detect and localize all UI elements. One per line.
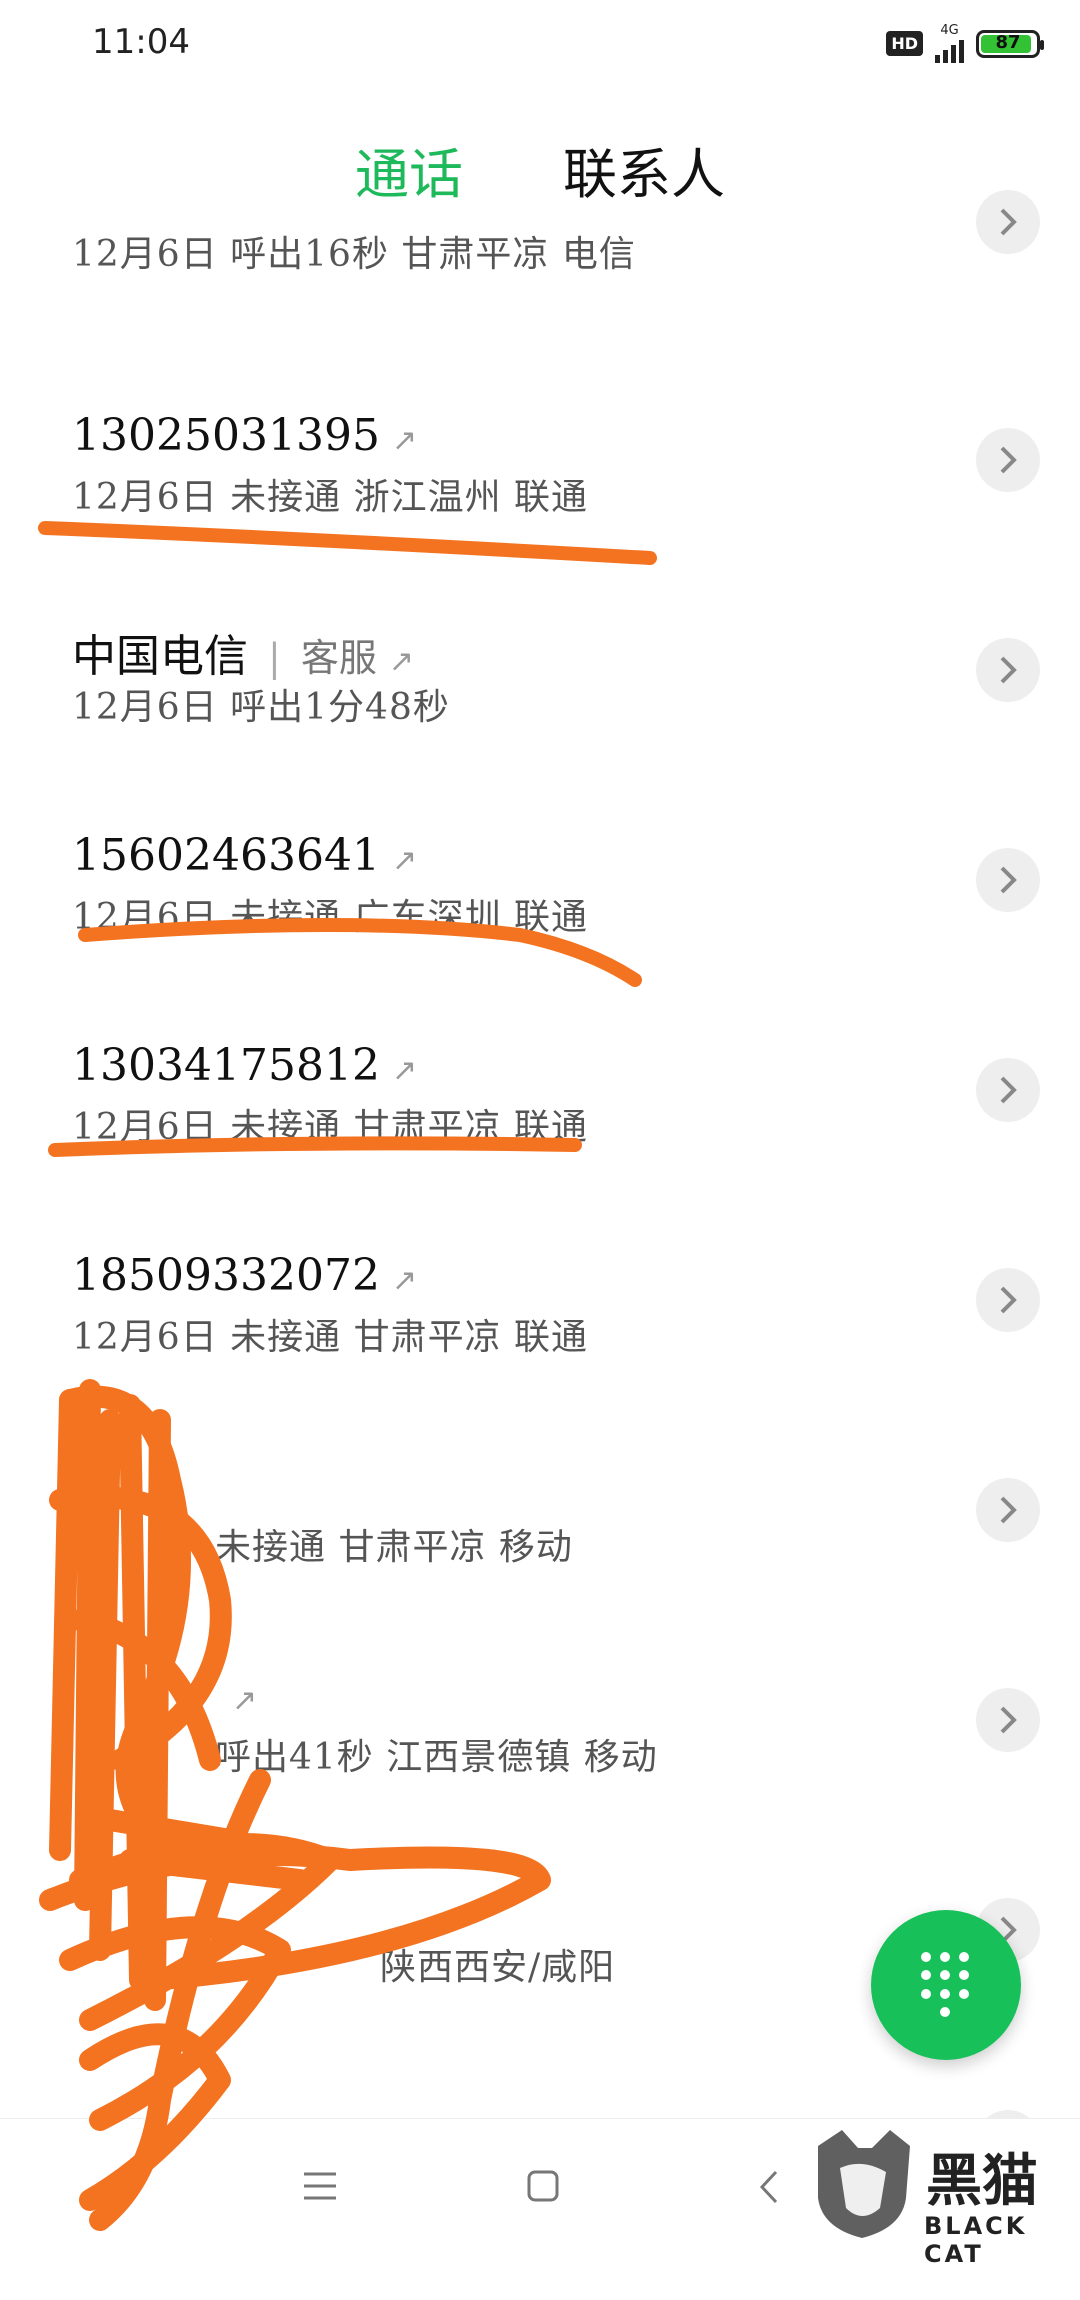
call-item[interactable]: ↗ 呼出41秒 江西景德镇 移动: [0, 1670, 1080, 1880]
call-item[interactable]: 13034175812 ↗ 12月6日 未接通 甘肃平凉 联通: [0, 1040, 1080, 1250]
call-name: 中国电信 | 客服 ↗: [72, 631, 414, 682]
call-detail: 呼出41秒 江西景德镇 移动: [215, 1737, 658, 1778]
call-detail: 12月6日 呼出16秒 甘肃平凉 电信: [72, 234, 636, 275]
watermark-subtitle: BLACK CAT: [924, 2212, 1028, 2268]
call-item[interactable]: 18509332072 ↗ 12月6日 未接通 甘肃平凉 联通: [0, 1250, 1080, 1460]
call-detail: 12月6日 未接通 浙江温州 联通: [72, 477, 589, 518]
status-time: 11:04: [92, 22, 190, 62]
tab-bar: 通话 联系人: [0, 130, 1080, 209]
watermark-logo: 黑猫 BLACK CAT: [810, 2128, 1080, 2268]
call-label: 客服: [300, 636, 377, 680]
call-detail: 未接通 甘肃平凉 移动: [215, 1527, 573, 1568]
call-item[interactable]: 未接通 甘肃平凉 移动: [0, 1460, 1080, 1670]
status-icons: HD 4G 87: [886, 24, 1044, 63]
chevron-right-icon[interactable]: [976, 428, 1040, 492]
tab-calls[interactable]: 通话: [355, 130, 463, 209]
status-bar: 11:04 HD 4G 87: [0, 0, 1080, 90]
watermark-title: 黑猫: [926, 2149, 1038, 2214]
outgoing-arrow-icon: ↗: [232, 1683, 258, 1718]
call-name: 18509332072 ↗: [72, 1250, 418, 1301]
signal-icon: 4G: [935, 24, 964, 63]
chevron-right-icon[interactable]: [976, 1058, 1040, 1122]
outgoing-arrow-icon: ↗: [391, 843, 418, 878]
tab-contacts[interactable]: 联系人: [563, 130, 725, 209]
chevron-right-icon[interactable]: [976, 1688, 1040, 1752]
call-name: 15602463641 ↗: [72, 830, 418, 881]
chevron-right-icon[interactable]: [976, 190, 1040, 254]
outgoing-arrow-icon: ↗: [391, 423, 418, 458]
cat-logo-icon: [818, 2130, 910, 2238]
battery-icon: 87: [976, 29, 1044, 58]
chevron-right-icon[interactable]: [976, 638, 1040, 702]
call-name: ↗: [220, 1670, 257, 1721]
outgoing-arrow-icon: ↗: [388, 644, 414, 679]
hd-icon: HD: [886, 31, 923, 56]
battery-level: 87: [995, 31, 1021, 53]
call-detail: 12月6日 未接通 广东深圳 联通: [72, 897, 589, 938]
call-item[interactable]: 15602463641 ↗ 12月6日 未接通 广东深圳 联通: [0, 830, 1080, 1040]
dialpad-button[interactable]: [871, 1910, 1021, 2060]
call-detail: 陕西西安/咸阳: [380, 1947, 616, 1988]
call-item[interactable]: 中国电信 | 客服 ↗ 12月6日 呼出1分48秒: [0, 620, 1080, 830]
chevron-right-icon[interactable]: [976, 848, 1040, 912]
outgoing-arrow-icon: ↗: [391, 1263, 418, 1298]
call-item[interactable]: 13025031395 ↗ 12月6日 未接通 浙江温州 联通: [0, 410, 1080, 620]
home-icon[interactable]: [526, 2169, 560, 2207]
menu-icon[interactable]: [302, 2171, 338, 2205]
call-detail: 12月6日 未接通 甘肃平凉 联通: [72, 1107, 589, 1148]
network-type: 4G: [940, 23, 959, 38]
chevron-right-icon[interactable]: [976, 1478, 1040, 1542]
dialpad-icon: [921, 1952, 971, 2018]
chevron-right-icon[interactable]: [976, 1268, 1040, 1332]
call-detail: 12月6日 呼出1分48秒: [72, 687, 450, 728]
outgoing-arrow-icon: ↗: [391, 1053, 418, 1088]
back-icon[interactable]: [758, 2169, 780, 2209]
call-name: 13025031395 ↗: [72, 410, 418, 461]
call-detail: 12月6日 未接通 甘肃平凉 联通: [72, 1317, 589, 1358]
call-item[interactable]: 12月6日 呼出16秒 甘肃平凉 电信: [0, 190, 1080, 330]
call-name: 13034175812 ↗: [72, 1040, 418, 1091]
